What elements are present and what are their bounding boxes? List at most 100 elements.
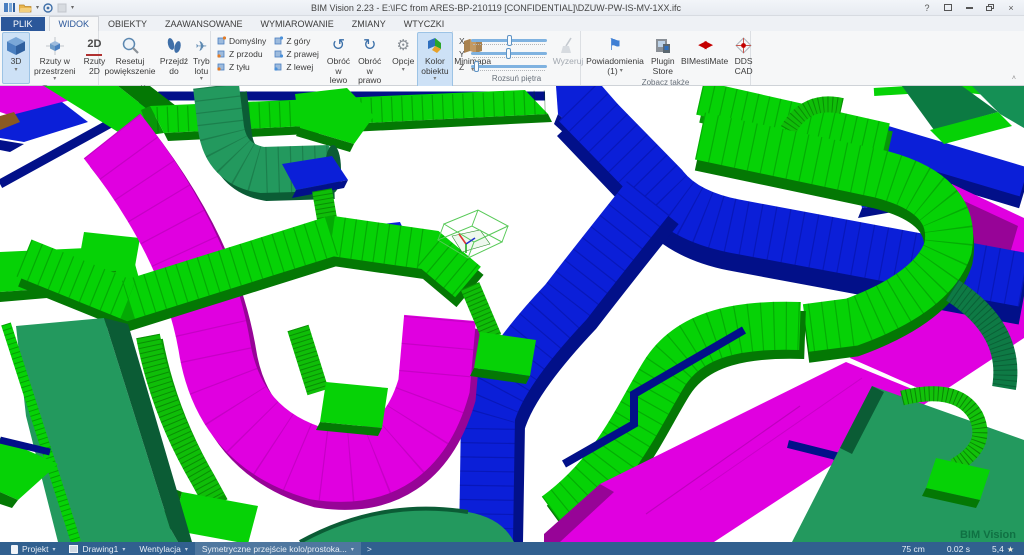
powiadomienia-caret-icon: ▾ <box>620 68 623 74</box>
widok-z-lewej-label: Z lewej <box>286 62 313 72</box>
status-rating-value: 5,4 <box>992 544 1004 554</box>
rzuty-przestrzeni-button[interactable]: Rzuty w przestrzeni ▾ <box>30 32 80 84</box>
view-3d-caret-icon: ▾ <box>14 67 17 73</box>
viewport-3d[interactable]: BIM Vision <box>0 86 1024 542</box>
widok-z-tylu-label: Z tyłu <box>229 62 250 72</box>
view-3d-button[interactable]: 3D ▾ <box>2 32 30 84</box>
plane-icon: ✈ <box>195 35 207 56</box>
quick-access-toolbar: ▾ ▾ <box>4 2 74 14</box>
project-caret-icon: ▾ <box>52 546 55 553</box>
slider-x[interactable] <box>471 36 547 46</box>
plugin-store-button[interactable]: Plugin Store <box>647 32 679 78</box>
slider-z[interactable] <box>471 62 547 72</box>
rotate-left-icon: ↺ <box>332 35 345 56</box>
magnifier-icon <box>121 35 139 56</box>
window-title: BIM Vision 2.23 - E:\IFC from ARES-BP-21… <box>74 3 918 13</box>
project-document-icon <box>11 545 18 554</box>
restore-button[interactable] <box>981 1 999 14</box>
tryb-lotu-button[interactable]: ✈ Tryb lotu ▾ <box>189 32 214 84</box>
plugin-store-label-2: Store <box>653 67 673 77</box>
obroc-w-prawo-button[interactable]: ↻ Obróć w prawo <box>354 32 385 88</box>
duct-scene: BIM Vision <box>0 86 1024 542</box>
obroc-w-lewo-label: Obróć w lewo <box>327 57 350 86</box>
dds-cad-label-2: CAD <box>735 67 753 77</box>
close-button[interactable]: × <box>1002 1 1020 14</box>
opcje-button[interactable]: ⚙ Opcje ▾ <box>389 32 417 88</box>
widok-z-przodu-label: Z przodu <box>229 49 263 59</box>
status-drawing-label: Drawing1 <box>82 544 118 554</box>
object-color-icon <box>425 35 444 56</box>
widok-z-przodu-button[interactable]: Z przodu <box>214 47 269 60</box>
view-cube-icon <box>217 36 226 45</box>
resetuj-powiekszenie-label: Resetuj powiększenie <box>104 57 155 76</box>
widok-z-tylu-button[interactable]: Z tyłu <box>214 60 269 73</box>
plugin-store-icon <box>654 35 671 56</box>
kolor-obiektu-label: Kolor obiektu <box>421 57 448 76</box>
slider-y[interactable] <box>471 49 547 59</box>
widok-z-lewej-button[interactable]: Z lewej <box>271 60 322 73</box>
obroc-w-prawo-label: Obróć w prawo <box>358 57 381 86</box>
ribbon-group-widok: Domyślny Z przodu Z tyłu Z góry <box>211 31 453 85</box>
status-expand-button[interactable]: > <box>361 544 378 554</box>
status-bar: Projekt ▾ Drawing1 ▾ Wentylacja ▾ Symetr… <box>0 542 1024 555</box>
przejdz-do-button[interactable]: Przejdź do <box>159 32 189 84</box>
watermark: BIM Vision <box>960 529 1016 541</box>
opcje-label: Opcje <box>392 57 414 67</box>
tab-wtyczki[interactable]: WTYCZKI <box>395 17 454 31</box>
resetuj-powiekszenie-button[interactable]: Resetuj powiększenie <box>101 32 159 84</box>
settings-target-icon[interactable] <box>43 2 53 14</box>
ribbon-group-rozsun: X Y Z Wyzeruj Rozsuń piętra <box>453 31 581 85</box>
view-cube-icon <box>274 62 283 71</box>
tab-obiekty[interactable]: OBIEKTY <box>99 17 156 31</box>
tryb-lotu-caret-icon: ▾ <box>200 76 203 82</box>
view-cube-icon <box>274 36 283 45</box>
app-icon <box>4 2 15 14</box>
ribbon: 3D ▾ Rzuty w przestrzeni ▾ 2D Rzuty 2D T… <box>0 31 1024 86</box>
status-layer-selector[interactable]: Wentylacja ▾ <box>132 542 194 555</box>
minimize-button[interactable] <box>960 1 978 14</box>
widok-z-prawej-label: Z prawej <box>286 49 319 59</box>
restore-icon <box>986 4 994 11</box>
tab-zmiany[interactable]: ZMIANY <box>343 17 395 31</box>
bimestimate-button[interactable]: ◀▶ BIMestiMate <box>679 32 731 78</box>
status-project-selector[interactable]: Projekt ▾ <box>4 542 62 555</box>
tab-zaawansowane[interactable]: ZAAWANSOWANE <box>156 17 252 31</box>
layer-caret-icon: ▾ <box>185 546 188 553</box>
fullscreen-button[interactable] <box>939 1 957 14</box>
przejdz-do-label: Przejdź do <box>160 57 188 76</box>
kolor-obiektu-button[interactable]: Kolor obiektu ▾ <box>417 32 452 88</box>
widok-z-gory-label: Z góry <box>286 36 310 46</box>
ribbon-collapse-icon[interactable]: ˄ <box>1012 75 1016 82</box>
dds-cad-icon <box>735 35 752 56</box>
rotate-right-icon: ↻ <box>363 35 376 56</box>
obroc-w-lewo-button[interactable]: ↺ Obróć w lewo <box>323 32 354 88</box>
drawing-caret-icon: ▾ <box>122 546 125 553</box>
powiadomienia-badge: (1) <box>607 67 617 77</box>
cube-3d-icon <box>6 35 26 56</box>
tab-plik[interactable]: PLIK <box>1 17 45 31</box>
tab-widok[interactable]: WIDOK <box>49 16 100 31</box>
powiadomienia-button[interactable]: ⚑ Powiadomienia (1)▾ <box>583 32 647 78</box>
dds-cad-button[interactable]: DDS CAD <box>731 32 757 78</box>
help-button[interactable]: ? <box>918 1 936 14</box>
widok-z-gory-button[interactable]: Z góry <box>271 34 322 47</box>
disabled-tool-icon <box>57 2 67 14</box>
small-cube-icon <box>46 35 64 56</box>
bimestimate-icon: ◀▶ <box>698 35 711 56</box>
status-selection-item[interactable]: Symetryczne przejście kolo/prostoka... ▾ <box>195 542 361 555</box>
open-file-icon[interactable] <box>19 2 32 14</box>
selection-caret-icon: ▾ <box>351 546 354 553</box>
window-controls: ? × <box>918 1 1020 14</box>
bimestimate-label: BIMestiMate <box>681 57 728 67</box>
tab-wymiarowanie[interactable]: WYMIAROWANIE <box>252 17 343 31</box>
open-file-caret-icon[interactable]: ▾ <box>36 4 39 11</box>
slider-z-label: Z <box>459 62 466 72</box>
widok-z-prawej-button[interactable]: Z prawej <box>271 47 322 60</box>
rzuty-przestrzeni-label: Rzuty w przestrzeni <box>34 57 76 76</box>
status-layer-label: Wentylacja <box>139 544 180 554</box>
status-drawing-selector[interactable]: Drawing1 ▾ <box>62 542 132 555</box>
widok-domyslny-button[interactable]: Domyślny <box>214 34 269 47</box>
status-selection-label: Symetryczne przejście kolo/prostoka... <box>202 544 347 554</box>
kolor-obiektu-caret-icon: ▾ <box>433 76 436 82</box>
view-cube-icon <box>217 62 226 71</box>
